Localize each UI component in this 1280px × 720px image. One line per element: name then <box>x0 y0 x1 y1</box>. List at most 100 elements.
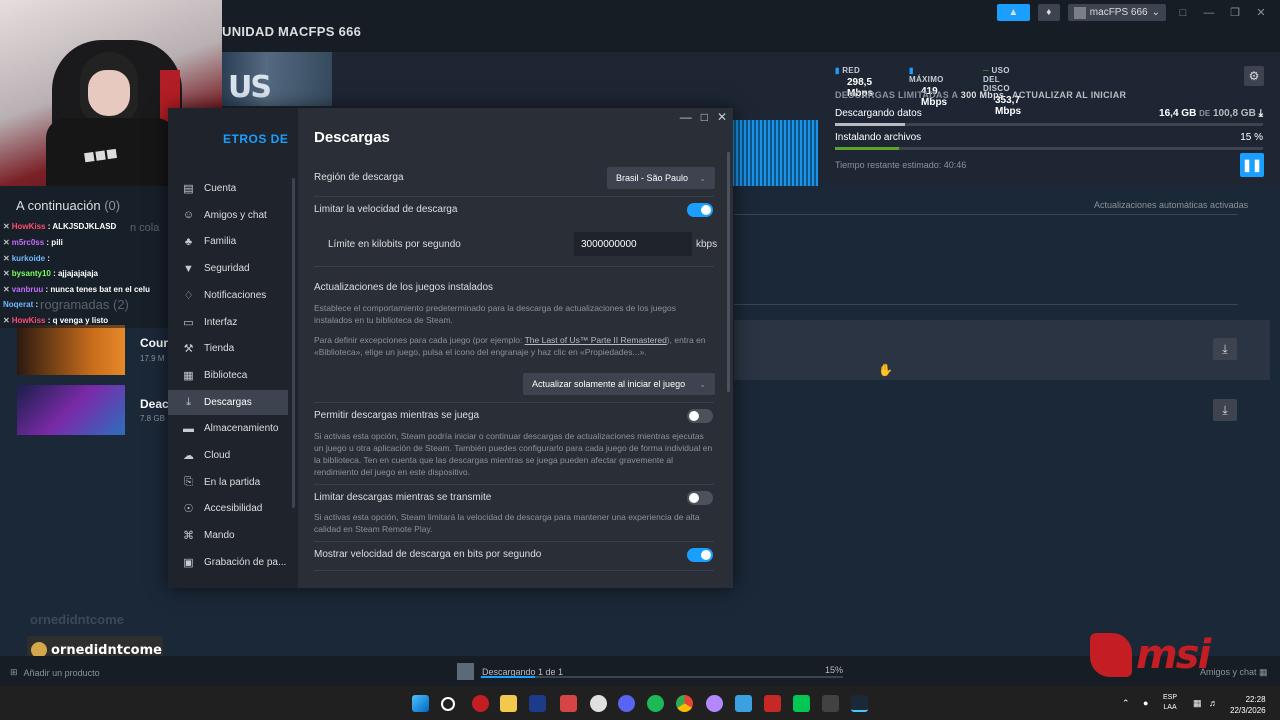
toggle-knob <box>689 411 699 421</box>
account-name: macFPS 666 <box>1089 7 1148 18</box>
badge-icon: ✕ <box>3 254 10 263</box>
streamer-face <box>88 70 130 116</box>
update-on-start[interactable]: ACTUALIZAR AL INICIAR <box>1012 90 1126 100</box>
chat-message: ✕ HowKiss : ALKJSDJKLASD <box>3 222 116 231</box>
app-icon[interactable] <box>822 695 839 712</box>
stream-limit-toggle[interactable] <box>687 491 713 505</box>
sidebar-item-label: Notificaciones <box>204 289 267 301</box>
game-thumbnail-cs[interactable] <box>17 325 125 375</box>
maximize-icon[interactable]: □ <box>701 110 708 124</box>
app-icon[interactable] <box>560 695 577 712</box>
announce-button[interactable]: ▲ <box>996 4 1030 21</box>
kbps-input[interactable]: 3000000000 <box>574 232 692 256</box>
updates-heading: Actualizaciones de los juegos instalados <box>314 282 493 293</box>
search-icon[interactable] <box>441 697 455 711</box>
sidebar-item-descargas[interactable]: ⤓ Descargas <box>168 389 288 415</box>
notifications-button[interactable]: ♦ <box>1037 4 1060 21</box>
folder-icon[interactable] <box>500 695 517 712</box>
sidebar-item-mando[interactable]: ⌘ Mando <box>168 523 288 548</box>
stat-network-label: RED <box>842 66 861 75</box>
sidebar-item-label: Descargas <box>204 396 252 408</box>
chat-user: Noqerat <box>3 300 34 309</box>
app-icon[interactable] <box>706 695 723 712</box>
game-title[interactable]: Deac <box>140 397 169 411</box>
game-title[interactable]: Cour <box>140 336 168 350</box>
friends-chat-button[interactable]: Amigos y chat ▦ <box>1200 667 1268 678</box>
language-indicator[interactable]: ESP LAA <box>1163 693 1177 713</box>
content-scrollbar[interactable] <box>727 152 730 392</box>
divider <box>734 304 1238 305</box>
sidebar-item-grabaci-n-de-pa[interactable]: ▣ Grabación de pa... <box>168 550 288 575</box>
pause-button[interactable]: ❚❚ <box>1240 153 1264 177</box>
sidebar-item-tienda[interactable]: ⚒ Tienda <box>168 336 288 361</box>
gear-icon[interactable]: ⚙ <box>1244 66 1264 86</box>
sidebar-item-amigos-y-chat[interactable]: ☺ Amigos y chat <box>168 203 288 228</box>
app-v-icon[interactable] <box>529 695 546 712</box>
game-size: 17.9 M <box>140 354 165 363</box>
sidebar-item-familia[interactable]: ♣ Familia <box>168 229 288 254</box>
sidebar-item-almacenamiento[interactable]: ▬ Almacenamiento <box>168 416 288 441</box>
sidebar-item-label: Grabación de pa... <box>204 556 287 568</box>
mic-icon[interactable]: ● <box>1143 698 1148 708</box>
updates-dropdown[interactable]: Actualizar solamente al iniciar el juego… <box>523 373 715 395</box>
limit-speed-toggle[interactable] <box>687 203 713 217</box>
total-amount: 100,8 GB <box>1212 108 1256 119</box>
windows-start-icon[interactable] <box>412 695 429 712</box>
discord-icon[interactable] <box>618 695 635 712</box>
sidebar-item-cuenta[interactable]: ▤ Cuenta <box>168 176 288 201</box>
download-icon[interactable]: ⤓ <box>1213 399 1237 421</box>
voicemeeter-icon[interactable] <box>764 695 781 712</box>
app-icon[interactable] <box>590 695 607 712</box>
monitor-icon[interactable]: □ <box>1174 7 1192 19</box>
sidebar-item-accesibilidad[interactable]: ☉ Accesibilidad <box>168 496 288 521</box>
chat-text: : ALKJSDJKLASD <box>47 222 117 231</box>
nav-community[interactable]: UNIDAD <box>222 24 274 39</box>
region-value: Brasil - São Paulo <box>616 173 689 183</box>
updates-exceptions: Para definir excepciones para cada juego… <box>314 334 714 358</box>
sidebar-item-cloud[interactable]: ☁ Cloud <box>168 443 288 468</box>
bits-toggle[interactable] <box>687 548 713 562</box>
sidebar-item-biblioteca[interactable]: ▦ Biblioteca <box>168 363 288 388</box>
sidebar-item-en-la-partida[interactable]: ⎘ En la partida <box>168 470 288 495</box>
download-icon[interactable]: ⤓ <box>1213 338 1237 360</box>
stream-limit-label: Limitar descargas mientras se transmite <box>314 492 492 503</box>
minimize-icon[interactable]: — <box>1200 7 1218 19</box>
app-icon[interactable] <box>735 695 752 712</box>
region-label: Región de descarga <box>314 172 404 183</box>
sidebar-item-notificaciones[interactable]: ♢ Notificaciones <box>168 283 288 308</box>
msi-app-icon[interactable] <box>472 695 489 712</box>
region-dropdown[interactable]: Brasil - São Paulo ⌄ <box>607 167 715 189</box>
game-thumbnail-dbd[interactable] <box>17 385 125 435</box>
network-icon[interactable]: ▦ <box>1193 698 1202 709</box>
spotify-icon[interactable] <box>647 695 664 712</box>
sidebar-item-interfaz[interactable]: ▭ Interfaz <box>168 310 288 335</box>
sidebar-scrollbar[interactable] <box>292 178 295 508</box>
maximize-icon[interactable]: ❐ <box>1226 6 1244 19</box>
time-remaining: Tiempo restante estimado: 40:46 <box>835 160 967 170</box>
system-clock[interactable]: 22:28 22/3/2026 <box>1230 694 1266 716</box>
downloaded-amount: 16,4 GB <box>1159 108 1197 119</box>
chat-user: bysanty10 <box>11 269 51 278</box>
close-icon[interactable]: ✕ <box>717 110 727 124</box>
volume-icon[interactable]: ♬ <box>1209 698 1218 708</box>
downloading-row: Descargando datos 16,4 GB DE 100,8 GB ⤓ <box>835 108 1263 126</box>
faded-queue-text: n cola <box>130 222 160 234</box>
sidebar-item-seguridad[interactable]: ▼ Seguridad <box>168 256 288 281</box>
chat-user: m5rc0ss <box>11 238 45 247</box>
game-link[interactable]: The Last of Us™ Parte II Remastered <box>525 335 667 345</box>
app-icon[interactable] <box>793 695 810 712</box>
chrome-icon[interactable] <box>676 695 693 712</box>
limit-speed-label: Limitar la velocidad de descarga <box>314 204 458 215</box>
steam-icon[interactable] <box>851 695 868 712</box>
minimize-icon[interactable]: — <box>680 110 692 124</box>
add-product-button[interactable]: ⊞ Añadir un producto <box>10 667 100 678</box>
divider <box>314 266 714 267</box>
nav-user[interactable]: MACFPS 666 <box>278 24 361 39</box>
download-icon: ⤓ <box>186 395 191 408</box>
chevron-up-icon[interactable]: ⌃ <box>1122 698 1130 709</box>
account-menu[interactable]: macFPS 666 ⌄ <box>1067 4 1166 21</box>
close-icon[interactable]: ✕ <box>1252 6 1270 19</box>
installing-row: Instalando archivos 15 % <box>835 132 1263 150</box>
allow-play-toggle[interactable] <box>687 409 713 423</box>
queue-row-highlight[interactable] <box>734 320 1270 380</box>
